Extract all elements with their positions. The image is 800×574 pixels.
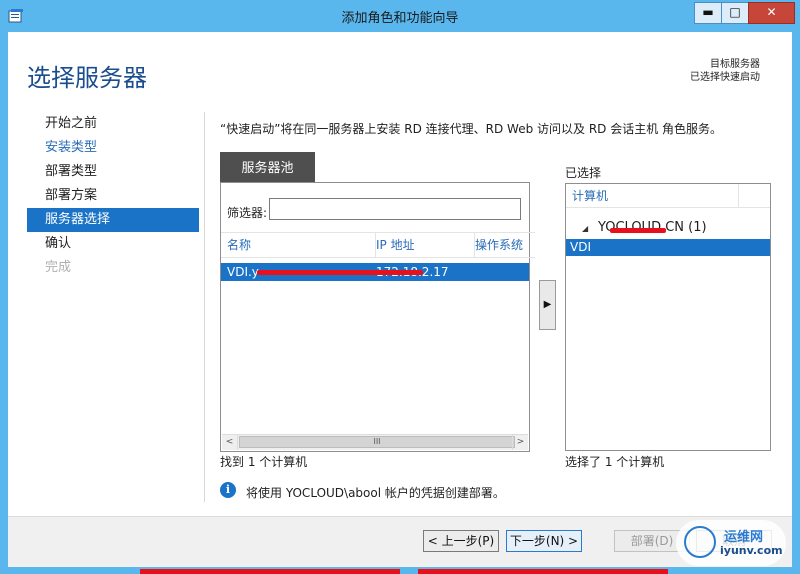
- horizontal-scrollbar[interactable]: < III >: [222, 434, 528, 450]
- table-row[interactable]: VDI.y 172.18.2.17: [221, 263, 529, 281]
- filter-input[interactable]: [269, 198, 521, 220]
- column-divider: [738, 184, 739, 208]
- redaction-mark: [140, 569, 400, 574]
- found-count: 找到 1 个计算机: [220, 455, 308, 469]
- nav-item-installation-type[interactable]: 安装类型: [27, 136, 199, 160]
- nav-item-server-selection[interactable]: 服务器选择: [27, 208, 199, 232]
- watermark-title: 运维网: [724, 530, 764, 545]
- target-server-label: 目标服务器: [710, 59, 760, 70]
- nav-item-before-you-begin[interactable]: 开始之前: [27, 112, 199, 136]
- wizard-window: 添加角色和功能向导 ▬ □ ✕ 选择服务器 目标服务器 已选择快速启动 开始之前…: [0, 0, 800, 574]
- next-button[interactable]: 下一步(N) >: [506, 530, 582, 552]
- column-header-name[interactable]: 名称: [221, 232, 376, 258]
- column-header-os[interactable]: 操作系统: [469, 232, 535, 258]
- target-server-value: 已选择快速启动: [690, 72, 760, 83]
- page-description: “快速启动”将在同一服务器上安装 RD 连接代理、RD Web 访问以及 RD …: [220, 122, 723, 136]
- nav-divider: [204, 112, 205, 502]
- redaction-mark: [257, 270, 423, 275]
- list-item[interactable]: VDI: [566, 239, 770, 256]
- add-to-selected-button[interactable]: ▶: [539, 280, 556, 330]
- server-name-cell: VDI.y: [227, 265, 259, 279]
- watermark-url: iyunv.com: [720, 544, 783, 557]
- previous-button[interactable]: < 上一步(P): [423, 530, 499, 552]
- column-header-ip[interactable]: IP 地址: [370, 232, 475, 258]
- scroll-right-arrow[interactable]: >: [512, 435, 528, 450]
- scrollbar-thumb[interactable]: III: [239, 436, 515, 448]
- page-title: 选择服务器: [27, 64, 147, 92]
- selected-computers-panel: 计算机 ◢ YOCLOUD.CN (1) VDI: [565, 183, 771, 451]
- title-bar[interactable]: 添加角色和功能向导 ▬ □ ✕: [0, 0, 800, 32]
- watermark-logo: 运维网 iyunv.com: [676, 520, 786, 566]
- nav-item-deployment-scenario[interactable]: 部署方案: [27, 184, 199, 208]
- tab-server-pool[interactable]: 服务器池: [220, 152, 315, 182]
- nav-item-completion: 完成: [45, 260, 72, 275]
- filter-label: 筛选器:: [227, 206, 268, 220]
- target-server-info: 目标服务器 已选择快速启动: [690, 58, 760, 84]
- redaction-mark: [418, 569, 668, 574]
- wizard-nav: 开始之前 安装类型 部署类型 部署方案 服务器选择 确认 完成: [27, 112, 199, 280]
- wizard-body: 选择服务器 目标服务器 已选择快速启动 开始之前 安装类型 部署类型 部署方案 …: [8, 32, 792, 568]
- nav-item-confirmation[interactable]: 确认: [27, 232, 199, 256]
- close-button[interactable]: ✕: [748, 2, 795, 24]
- maximize-button[interactable]: □: [721, 2, 749, 24]
- wizard-footer: < 上一步(P) 下一步(N) > 部署(D) 取消: [8, 516, 792, 568]
- info-icon: i: [220, 482, 236, 498]
- scroll-left-arrow[interactable]: <: [222, 435, 238, 450]
- tree-expand-icon[interactable]: ◢: [582, 224, 588, 233]
- selected-label: 已选择: [565, 166, 602, 180]
- redaction-mark: [610, 228, 666, 233]
- selected-count: 选择了 1 个计算机: [565, 455, 665, 469]
- column-header-computer[interactable]: 计算机: [566, 184, 770, 208]
- info-message: 将使用 YOCLOUD\abool 帐户的凭据创建部署。: [246, 486, 505, 500]
- nav-item-deployment-type[interactable]: 部署类型: [27, 160, 199, 184]
- bottom-edge: [8, 567, 792, 574]
- window-title: 添加角色和功能向导: [341, 11, 459, 26]
- minimize-button[interactable]: ▬: [694, 2, 722, 24]
- watermark-icon: [684, 526, 716, 558]
- server-pool-panel: 筛选器: 名称 IP 地址 操作系统 VDI.y 172.18.2.17 < I…: [220, 182, 535, 452]
